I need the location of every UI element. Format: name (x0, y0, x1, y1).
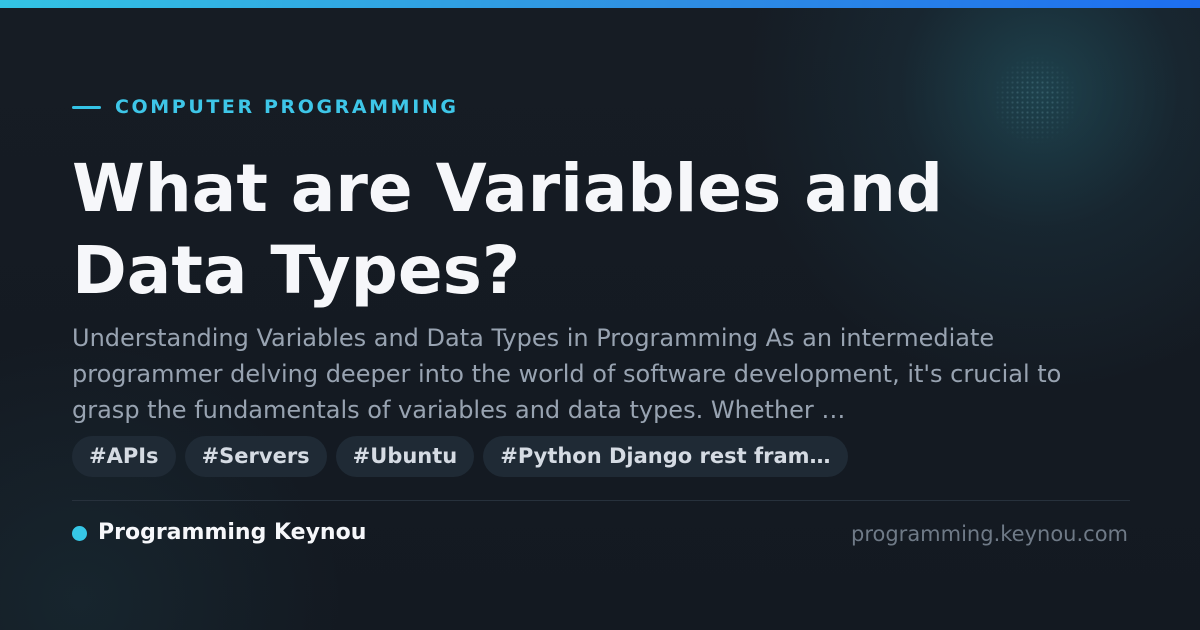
social-card: COMPUTER PROGRAMMING What are Variables … (0, 0, 1200, 630)
brand: Programming Keynou (72, 518, 366, 548)
dash-icon (72, 105, 101, 109)
brand-name: Programming Keynou (98, 520, 367, 545)
tag-pill[interactable]: #Servers (184, 436, 327, 477)
category-label: COMPUTER PROGRAMMING (115, 96, 459, 118)
category-header: COMPUTER PROGRAMMING (72, 96, 459, 118)
tag-pill[interactable]: #APIs (72, 436, 176, 477)
footer-divider (72, 500, 1130, 501)
article-excerpt: Understanding Variables and Data Types i… (72, 324, 1062, 424)
dot-icon (72, 525, 87, 541)
site-domain: programming.keynou.com (851, 522, 1128, 546)
tag-pill[interactable]: #Python Django rest fram… (483, 436, 848, 477)
tag-pill[interactable]: #Ubuntu (335, 436, 475, 477)
tag-list: #APIs #Servers #Ubuntu #Python Django re… (72, 436, 848, 477)
accent-top-bar (0, 0, 1200, 8)
decorative-dot-pattern (990, 55, 1080, 145)
article-title: What are Variables and Data Types? (72, 150, 944, 309)
